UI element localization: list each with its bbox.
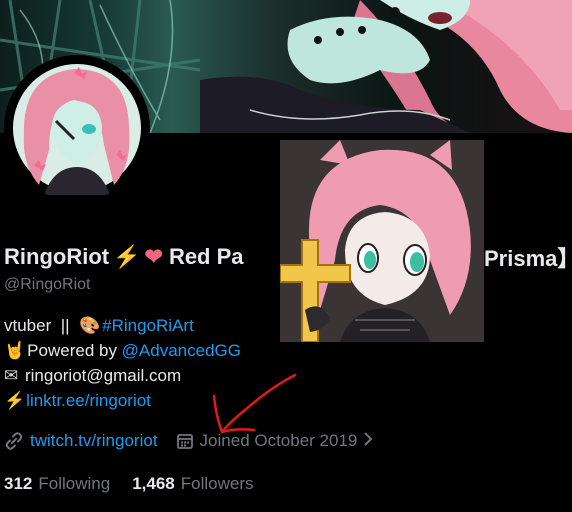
display-name: RingoRiot ⚡ ❤ Red Pa — [4, 242, 244, 272]
avatar-artwork — [7, 58, 147, 198]
following-link[interactable]: 312 Following — [4, 474, 132, 494]
bio-text: vtuber || — [4, 316, 79, 335]
mention-link[interactable]: @AdvancedGG — [122, 338, 241, 363]
joined-date: Joined October 2019 — [199, 431, 358, 450]
profile-bio: vtuber || 🎨 #RingoRiArt 🤘 Powered by @Ad… — [4, 313, 241, 413]
linktree-link[interactable]: linktr.ee/ringoriot — [26, 388, 151, 413]
envelope-emoji: ✉ — [4, 366, 19, 385]
followers-label: Followers — [180, 474, 254, 493]
display-name-text: RingoRiot — [4, 244, 110, 269]
chibi-sticker-image — [280, 140, 484, 342]
bio-email: ringoriot@gmail.com — [20, 366, 182, 385]
website-item: twitch.tv/ringoriot — [4, 431, 158, 451]
user-handle: @RingoRiot — [4, 276, 91, 293]
calendar-icon — [176, 432, 194, 450]
lightning-emoji: ⚡ — [113, 244, 141, 269]
chevron-right-icon[interactable] — [363, 431, 373, 452]
palette-emoji: 🎨 — [78, 316, 101, 335]
following-count: 312 — [4, 474, 33, 493]
bio-text: Powered by — [27, 341, 122, 360]
link-icon — [4, 431, 24, 451]
following-label: Following — [38, 474, 111, 493]
profile-avatar[interactable] — [4, 55, 150, 201]
display-name-fragment-right: Prisma】 — [484, 246, 572, 271]
profile-meta: twitch.tv/ringoriot Joined October 2019 — [4, 428, 391, 454]
lightning-emoji: ⚡ — [4, 391, 26, 410]
joined-item: Joined October 2019 — [176, 431, 374, 452]
display-name-fragment-left: Red Pa — [168, 244, 244, 269]
bio-line-3: ✉ ringoriot@gmail.com — [4, 363, 241, 388]
rock-hand-emoji: 🤘 — [4, 341, 26, 360]
bio-line-1: vtuber || 🎨 #RingoRiArt — [4, 313, 241, 338]
heart-emoji: ❤ — [144, 244, 163, 269]
hashtag-link[interactable]: #RingoRiArt — [102, 313, 194, 338]
follow-counts: 312 Following 1,468 Followers — [4, 472, 275, 496]
followers-count: 1,468 — [132, 474, 175, 493]
bio-line-2: 🤘 Powered by @AdvancedGG — [4, 338, 241, 363]
website-link[interactable]: twitch.tv/ringoriot — [30, 431, 158, 451]
bio-line-4: ⚡ linktr.ee/ringoriot — [4, 388, 241, 413]
followers-link[interactable]: 1,468 Followers — [132, 474, 275, 494]
